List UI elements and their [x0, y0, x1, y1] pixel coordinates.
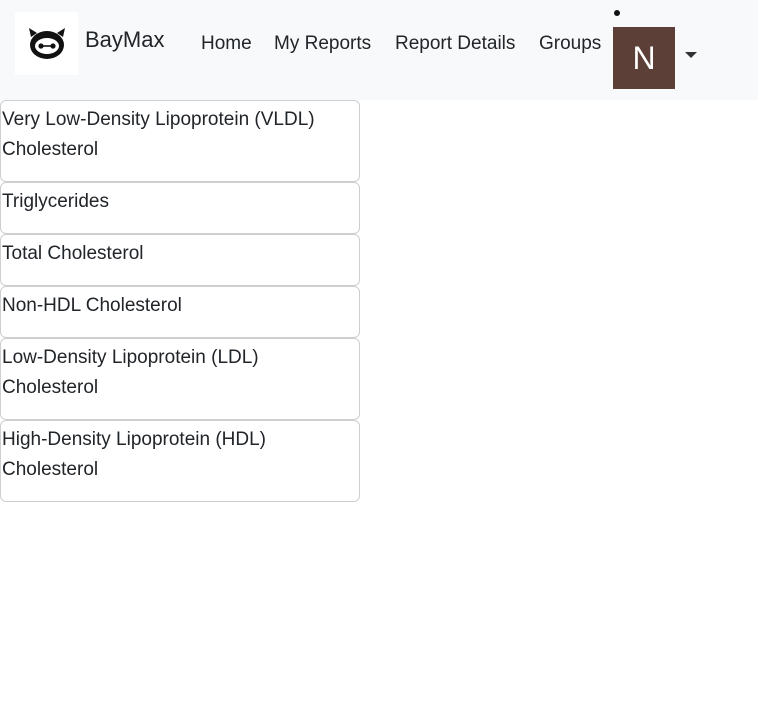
user-avatar[interactable]: N	[613, 27, 675, 89]
avatar-initial: N	[632, 39, 656, 76]
lab-test-list: Very Low-Density Lipoprotein (VLDL) Chol…	[0, 100, 360, 502]
nav-report-details-link[interactable]: Report Details	[395, 33, 515, 55]
list-item-vldl[interactable]: Very Low-Density Lipoprotein (VLDL) Chol…	[0, 100, 360, 182]
nav-home-link[interactable]: Home	[201, 33, 252, 55]
list-item-non-hdl[interactable]: Non-HDL Cholesterol	[0, 286, 360, 338]
brand-link[interactable]: BayMax	[85, 27, 164, 53]
list-item-hdl[interactable]: High-Density Lipoprotein (HDL) Cholester…	[0, 420, 360, 502]
baymax-logo-icon	[28, 27, 65, 59]
list-item-total-cholesterol[interactable]: Total Cholesterol	[0, 234, 360, 286]
nav-my-reports-link[interactable]: My Reports	[274, 33, 371, 55]
baymax-logo[interactable]	[15, 12, 78, 75]
list-item-triglycerides[interactable]: Triglycerides	[0, 182, 360, 234]
list-item-ldl[interactable]: Low-Density Lipoprotein (LDL) Cholestero…	[0, 338, 360, 420]
dropdown-caret-icon[interactable]	[685, 52, 697, 58]
nav-groups-link[interactable]: Groups	[539, 33, 601, 55]
notification-dot	[614, 10, 620, 16]
top-navbar: BayMax Home My Reports Report Details Gr…	[0, 0, 758, 100]
